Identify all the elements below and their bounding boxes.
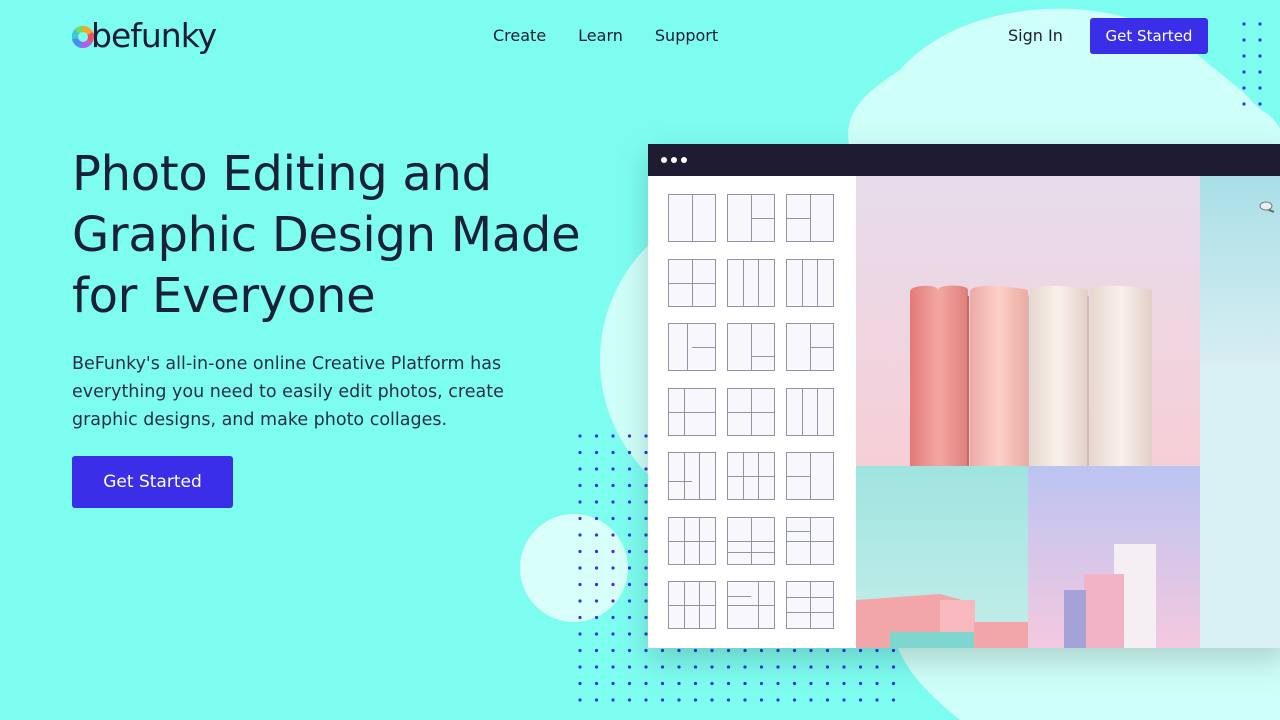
app-preview-window bbox=[648, 144, 1280, 648]
layout-divider bbox=[751, 218, 774, 219]
get-started-hero-button[interactable]: Get Started bbox=[72, 456, 233, 508]
collage-layout-thumbnail[interactable] bbox=[727, 323, 775, 371]
layout-divider bbox=[787, 597, 833, 599]
pastel-apartment-photo bbox=[1028, 466, 1200, 648]
collage-layout-thumbnail[interactable] bbox=[727, 581, 775, 629]
layout-divider bbox=[787, 540, 833, 542]
layout-divider bbox=[802, 388, 804, 435]
layout-divider bbox=[669, 411, 715, 413]
layout-divider bbox=[669, 605, 715, 606]
layout-divider bbox=[802, 259, 804, 306]
layout-divider bbox=[687, 324, 689, 370]
layout-divider bbox=[728, 552, 774, 553]
layout-divider bbox=[692, 347, 715, 348]
streetlamp-photo bbox=[1200, 176, 1280, 648]
hero-title: Photo Editing and Graphic Design Made fo… bbox=[72, 146, 581, 324]
pastel-building-photo bbox=[856, 466, 1028, 648]
layout-divider bbox=[817, 259, 819, 306]
layout-divider bbox=[669, 480, 692, 482]
collage-layout-thumbnail[interactable] bbox=[668, 387, 716, 436]
collage-layout-thumbnail[interactable] bbox=[786, 194, 834, 242]
collage-layout-thumbnail[interactable] bbox=[668, 516, 716, 565]
app-titlebar bbox=[648, 144, 1280, 176]
layout-divider bbox=[692, 195, 693, 241]
collage-layout-thumbnail[interactable] bbox=[668, 581, 716, 629]
layout-divider bbox=[787, 612, 833, 614]
layout-divider bbox=[810, 582, 811, 628]
layout-divider bbox=[699, 453, 701, 499]
layout-divider bbox=[728, 540, 774, 542]
collage-layout-thumbnail[interactable] bbox=[727, 387, 775, 436]
layout-divider bbox=[758, 259, 760, 306]
collage-layout-thumbnail[interactable] bbox=[786, 581, 834, 629]
collage-layout-thumbnail[interactable] bbox=[727, 516, 775, 565]
layout-divider bbox=[751, 324, 752, 370]
logo-text: befunky bbox=[91, 16, 217, 55]
collage-layout-thumbnail[interactable] bbox=[727, 452, 775, 500]
main-nav: Create Learn Support bbox=[493, 26, 718, 46]
layout-divider bbox=[669, 540, 715, 542]
nav-learn[interactable]: Learn bbox=[578, 26, 623, 46]
hero-subtitle: BeFunky's all-in-one online Creative Pla… bbox=[72, 354, 504, 430]
collage-layout-thumbnail[interactable] bbox=[668, 323, 716, 371]
layout-divider bbox=[728, 476, 774, 477]
nav-support[interactable]: Support bbox=[655, 26, 718, 46]
layout-divider bbox=[751, 356, 774, 358]
collage-layout-thumbnail[interactable] bbox=[727, 258, 775, 307]
window-dot-icon bbox=[671, 157, 677, 163]
layout-divider bbox=[787, 531, 810, 533]
logo[interactable]: befunky bbox=[72, 16, 217, 56]
layout-divider bbox=[810, 347, 833, 348]
layout-divider bbox=[810, 195, 811, 241]
collage-layout-panel bbox=[648, 176, 856, 648]
sign-in-link[interactable]: Sign In bbox=[1008, 26, 1063, 46]
collage-layout-thumbnail[interactable] bbox=[727, 194, 775, 242]
layout-divider bbox=[787, 218, 810, 219]
layout-divider bbox=[810, 453, 811, 499]
collage-layout-thumbnail[interactable] bbox=[786, 452, 834, 500]
collage-layout-thumbnail[interactable] bbox=[786, 387, 834, 436]
layout-divider bbox=[728, 595, 751, 597]
collage-layout-thumbnail[interactable] bbox=[668, 258, 716, 307]
layout-divider bbox=[787, 476, 810, 477]
collage-layout-thumbnail[interactable] bbox=[786, 516, 834, 565]
nav-create[interactable]: Create bbox=[493, 26, 546, 46]
layout-divider bbox=[684, 453, 686, 499]
window-dot-icon bbox=[661, 157, 667, 163]
layout-divider bbox=[817, 388, 819, 435]
collage-layout-thumbnail[interactable] bbox=[668, 194, 716, 242]
layout-divider bbox=[728, 411, 774, 413]
pastel-silos-photo bbox=[856, 176, 1200, 466]
layout-divider bbox=[669, 282, 715, 284]
window-dot-icon bbox=[681, 157, 687, 163]
layout-divider bbox=[743, 259, 745, 306]
get-started-header-button[interactable]: Get Started bbox=[1090, 18, 1208, 54]
layout-divider bbox=[728, 605, 774, 606]
collage-photos bbox=[856, 176, 1280, 648]
collage-layout-thumbnail[interactable] bbox=[786, 323, 834, 371]
collage-layout-thumbnail[interactable] bbox=[668, 452, 716, 500]
collage-layout-thumbnail[interactable] bbox=[786, 258, 834, 307]
